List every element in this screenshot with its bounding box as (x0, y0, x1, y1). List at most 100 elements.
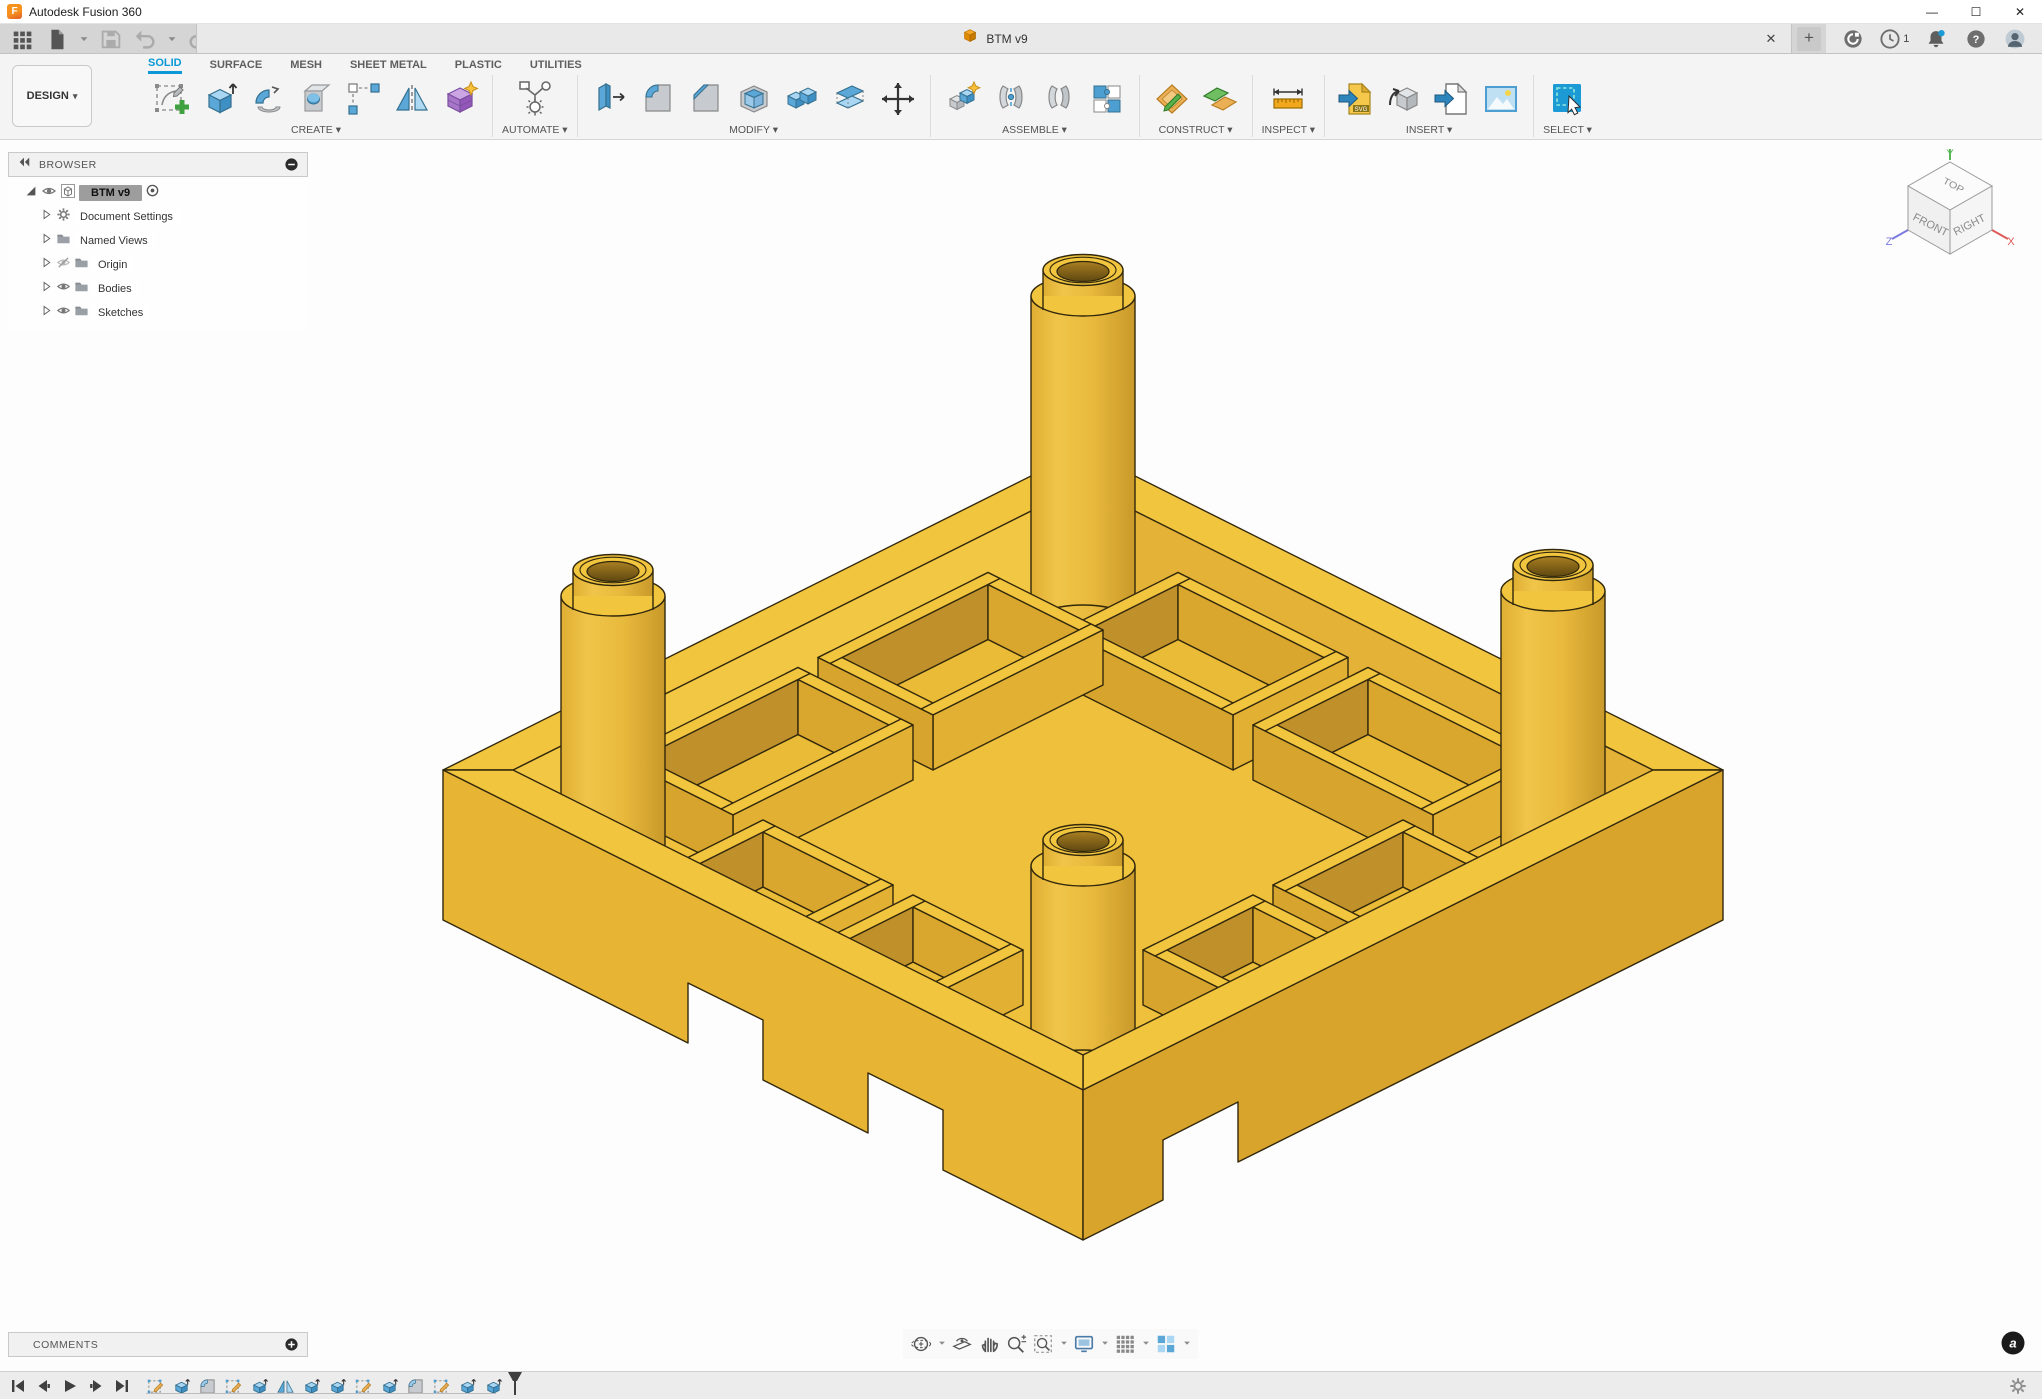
timeline-feature-extrude-14[interactable] (480, 1377, 506, 1397)
pattern-button[interactable] (341, 76, 387, 122)
timeline-feature-extrude-5[interactable] (246, 1377, 272, 1397)
job-status-button[interactable]: 1 (1879, 28, 1909, 50)
combine-button[interactable] (779, 76, 825, 122)
post-hole[interactable] (1057, 832, 1109, 852)
insert-mesh-button[interactable] (1430, 76, 1476, 122)
eye-off-icon[interactable] (56, 255, 71, 275)
tab-close-icon[interactable]: ✕ (1761, 31, 1781, 47)
insert-svg-button[interactable]: SVG (1334, 76, 1380, 122)
expander-icon[interactable] (40, 280, 53, 298)
eye-icon[interactable] (56, 279, 71, 299)
collapse-panel-icon[interactable] (17, 155, 31, 174)
zoom-button[interactable] (1004, 1332, 1028, 1356)
expander-icon[interactable] (40, 256, 53, 274)
shell-button[interactable] (731, 76, 777, 122)
mirror-button[interactable] (389, 76, 435, 122)
primitive-box-button[interactable] (437, 76, 483, 122)
eye-icon[interactable] (41, 183, 57, 204)
fillet-button[interactable] (635, 76, 681, 122)
ribbon-group-label[interactable]: CREATE ▾ (291, 124, 341, 136)
timeline-feature-extrude-7[interactable] (298, 1377, 324, 1397)
viewports-button[interactable] (1154, 1332, 1178, 1356)
timeline-step-back-button[interactable] (32, 1375, 56, 1397)
timeline-skip-start-button[interactable] (6, 1375, 30, 1397)
chamfer-button[interactable] (683, 76, 729, 122)
timeline-feature-extrude-13[interactable] (454, 1377, 480, 1397)
comments-header[interactable]: COMMENTS (8, 1332, 308, 1357)
ribbon-tab-mesh[interactable]: MESH (290, 59, 322, 73)
ribbon-group-label[interactable]: MODIFY ▾ (729, 124, 778, 136)
chevron-down-icon[interactable] (1141, 1335, 1151, 1353)
expander-icon[interactable] (24, 184, 38, 203)
display-settings-button[interactable] (1072, 1332, 1096, 1356)
timeline-feature-extrude-10[interactable] (376, 1377, 402, 1397)
ribbon-group-label[interactable]: INSERT ▾ (1406, 124, 1452, 136)
canvas-button[interactable] (1478, 76, 1524, 122)
browser-item-origin[interactable]: Origin (40, 253, 308, 277)
ribbon-tab-surface[interactable]: SURFACE (210, 59, 263, 73)
modeling-canvas[interactable]: BROWSER BTM v9Document SettingsNamed Vie… (0, 140, 2042, 1371)
interference-button[interactable] (1084, 76, 1130, 122)
as-built-joint-button[interactable] (1036, 76, 1082, 122)
ribbon-group-label[interactable]: ASSEMBLE ▾ (1002, 124, 1067, 136)
ribbon-group-label[interactable]: SELECT ▾ (1543, 124, 1592, 136)
timeline-feature-fillet-3[interactable] (194, 1377, 220, 1397)
maximize-button[interactable]: ☐ (1954, 0, 1998, 23)
ribbon-tab-utilities[interactable]: UTILITIES (530, 59, 582, 73)
save-icon[interactable] (96, 27, 126, 51)
timeline-feature-sketch-1[interactable] (142, 1377, 168, 1397)
chevron-down-icon[interactable] (1059, 1335, 1069, 1353)
revolve-button[interactable] (245, 76, 291, 122)
file-icon[interactable] (42, 27, 72, 51)
offset-face-button[interactable] (827, 76, 873, 122)
joint-button[interactable] (988, 76, 1034, 122)
app-grid-icon[interactable] (8, 27, 38, 51)
minimize-button[interactable]: — (1910, 0, 1954, 23)
new-tab-button[interactable]: + (1792, 24, 1826, 53)
timeline-play-button[interactable] (58, 1375, 82, 1397)
browser-item-named-views[interactable]: Named Views (40, 229, 308, 253)
timeline-feature-sketch-4[interactable] (220, 1377, 246, 1397)
view-cube[interactable]: Y Z X TOP FRONT RIGHT (1882, 146, 2018, 273)
select-button[interactable] (1545, 76, 1591, 122)
bell-icon[interactable] (1923, 27, 1949, 51)
extensions-icon[interactable] (1840, 27, 1866, 51)
timeline-skip-end-button[interactable] (110, 1375, 134, 1397)
layout-grid-button[interactable] (1113, 1332, 1137, 1356)
add-comment-icon[interactable] (284, 1337, 299, 1352)
ribbon-tab-solid[interactable]: SOLID (148, 57, 182, 74)
measure-button[interactable] (1265, 76, 1311, 122)
timeline-feature-sketch-9[interactable] (350, 1377, 376, 1397)
timeline-position-marker[interactable] (507, 1371, 523, 1400)
create-sketch-button[interactable] (149, 76, 195, 122)
close-button[interactable]: ✕ (1998, 0, 2042, 23)
expander-icon[interactable] (40, 232, 53, 250)
post-hole[interactable] (1057, 262, 1109, 282)
ribbon-group-label[interactable]: INSPECT ▾ (1262, 124, 1316, 136)
browser-item-label[interactable]: Sketches (92, 305, 149, 321)
ribbon-tab-plastic[interactable]: PLASTIC (455, 59, 502, 73)
timeline-feature-sketch-12[interactable] (428, 1377, 454, 1397)
timeline-feature-mirror-6[interactable] (272, 1377, 298, 1397)
hole-button[interactable] (293, 76, 339, 122)
post-hole[interactable] (587, 562, 639, 582)
activate-component-icon[interactable] (145, 183, 160, 203)
chevron-down-icon[interactable] (937, 1335, 947, 1353)
derive-button[interactable] (1382, 76, 1428, 122)
automate-button[interactable] (512, 76, 558, 122)
undo-icon[interactable] (130, 27, 160, 51)
timeline-feature-fillet-11[interactable] (402, 1377, 428, 1397)
browser-item-document-settings[interactable]: Document Settings (40, 205, 308, 229)
chevron-down-icon[interactable] (1100, 1335, 1110, 1353)
orbit-button[interactable] (909, 1332, 933, 1356)
workspace-selector[interactable]: DESIGN ▾ (12, 65, 92, 127)
extrude-button[interactable] (197, 76, 243, 122)
timeline-feature-extrude-8[interactable] (324, 1377, 350, 1397)
document-tab[interactable]: BTM v9 ✕ (196, 24, 1792, 53)
chevron-down-icon[interactable] (1182, 1335, 1192, 1353)
expander-icon[interactable] (40, 304, 53, 322)
browser-item-label[interactable]: Origin (92, 257, 133, 273)
browser-item-label[interactable]: Document Settings (74, 209, 179, 225)
browser-item-label[interactable]: Bodies (92, 281, 138, 297)
autodesk-badge-icon[interactable]: a (2000, 1330, 2026, 1361)
